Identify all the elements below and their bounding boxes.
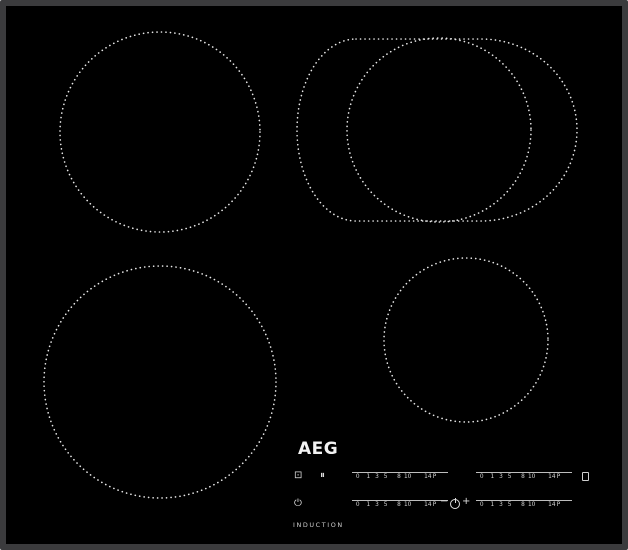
timer-icon[interactable] (450, 498, 460, 509)
slider-track (476, 500, 572, 501)
slider-tick: 8 (521, 502, 525, 508)
cooking-zones (43, 31, 578, 499)
slider-tick: 3 (499, 474, 503, 480)
slider-tick: 5 (383, 502, 388, 508)
slider-tick: 1 (366, 474, 371, 480)
slider-tick: 10 (403, 502, 412, 508)
slider-tick: P (556, 474, 561, 480)
timer-plus-button[interactable]: + (462, 497, 470, 507)
slider-tick: P (556, 502, 561, 508)
slider-tick: 0 (479, 502, 484, 508)
slider-front-left[interactable]: 0 1 3 5 8 10 14 P (352, 500, 448, 514)
zone-front-right-ring[interactable] (383, 257, 549, 423)
slider-rear-left[interactable]: 0 1 3 5 8 10 14 P (352, 472, 448, 486)
timer-minus-button[interactable]: − (440, 497, 448, 507)
slider-tick: 1 (366, 502, 371, 508)
slider-tick: 8 (521, 474, 525, 480)
slider-tick: 14 (424, 474, 432, 480)
zone-rear-right-bridge-ring[interactable] (296, 38, 578, 222)
slider-tick: 3 (499, 502, 503, 508)
slider-tick: 1 (490, 502, 495, 508)
slider-tick: 3 (375, 474, 379, 480)
slider-tick: 10 (527, 502, 536, 508)
slider-tick: 8 (397, 502, 401, 508)
slider-tick: P (432, 474, 437, 480)
lock-icon[interactable]: ⊡ (294, 471, 302, 481)
slider-tick: 0 (355, 502, 360, 508)
slider-tick: 5 (507, 474, 512, 480)
bridge-icon[interactable] (582, 472, 589, 481)
slider-tick: 0 (355, 474, 360, 480)
induction-hob: AEG ⊡ ⏸ ⏻ 0 1 3 5 8 10 14 P 0 1 3 5 8 10… (0, 0, 628, 550)
slider-tick: 8 (397, 474, 401, 480)
slider-front-right[interactable]: 0 1 3 5 8 10 14 P (476, 500, 572, 514)
slider-tick: 5 (507, 502, 512, 508)
slider-tick: 1 (490, 474, 495, 480)
slider-tick: 10 (403, 474, 412, 480)
zone-front-left-ring[interactable] (43, 265, 277, 499)
slider-tick: 5 (383, 474, 388, 480)
slider-tick: 14 (424, 502, 432, 508)
zone-rear-left-ring[interactable] (59, 31, 261, 233)
slider-track (352, 500, 448, 501)
power-icon[interactable]: ⏻ (294, 499, 302, 509)
zone-rear-right-inner-ring[interactable] (346, 37, 532, 223)
slider-tick: P (432, 502, 437, 508)
slider-tick: 14 (548, 502, 556, 508)
slider-track (476, 472, 572, 473)
slider-tick: 10 (527, 474, 536, 480)
pause-icon[interactable]: ⏸ (320, 471, 325, 481)
slider-tick: 3 (375, 502, 379, 508)
slider-tick: 14 (548, 474, 556, 480)
slider-track (352, 472, 448, 473)
slider-tick: 0 (479, 474, 484, 480)
slider-rear-right[interactable]: 0 1 3 5 8 10 14 P (476, 472, 572, 486)
induction-label: INDUCTION (293, 521, 344, 529)
brand-logo: AEG (298, 439, 339, 459)
